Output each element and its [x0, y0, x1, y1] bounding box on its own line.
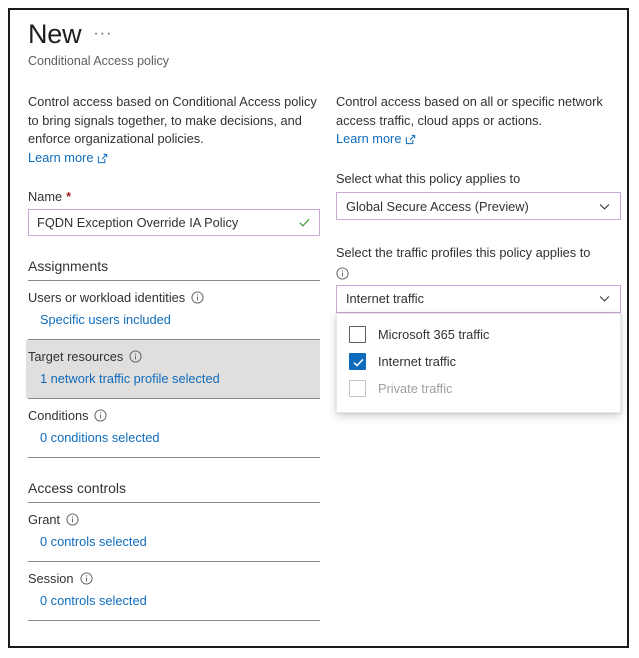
applies-to-dropdown-value: Global Secure Access (Preview) — [346, 199, 598, 214]
assignment-row-target-resources-label: Target resources — [28, 349, 320, 364]
info-icon[interactable] — [191, 291, 204, 304]
external-link-icon — [97, 152, 108, 163]
control-row-grant-label: Grant — [28, 512, 320, 527]
traffic-profiles-dropdown[interactable]: Internet traffic — [336, 285, 621, 313]
left-description: Control access based on Conditional Acce… — [28, 93, 320, 149]
row-label-text: Session — [28, 571, 74, 586]
assignment-row-conditions-link[interactable]: 0 conditions selected — [40, 430, 160, 445]
page-title: New — [28, 20, 81, 50]
option-label: Microsoft 365 traffic — [378, 327, 489, 342]
info-icon[interactable] — [129, 350, 142, 363]
chevron-down-icon — [598, 200, 611, 213]
assignment-row-users[interactable]: Users or workload identities Specific us… — [28, 281, 320, 339]
assignment-row-users-label: Users or workload identities — [28, 290, 320, 305]
learn-more-link-right[interactable]: Learn more — [336, 131, 416, 146]
checkbox-unchecked-icon[interactable] — [349, 326, 366, 343]
option-private-traffic: Private traffic — [337, 375, 620, 402]
option-microsoft-365-traffic[interactable]: Microsoft 365 traffic — [337, 321, 620, 348]
access-controls-heading: Access controls — [28, 480, 320, 496]
name-label-text: Name — [28, 189, 62, 204]
assignment-row-target-resources[interactable]: Target resources 1 network traffic profi… — [26, 340, 320, 398]
learn-more-label: Learn more — [336, 131, 401, 146]
traffic-profiles-label: Select the traffic profiles this policy … — [336, 244, 621, 280]
assignment-row-target-resources-link[interactable]: 1 network traffic profile selected — [40, 371, 220, 386]
learn-more-link-left[interactable]: Learn more — [28, 150, 108, 165]
checkbox-disabled-icon — [349, 380, 366, 397]
info-icon[interactable] — [94, 409, 107, 422]
traffic-profiles-label-text: Select the traffic profiles this policy … — [336, 245, 590, 260]
row-label-text: Users or workload identities — [28, 290, 185, 305]
chevron-down-icon — [598, 292, 611, 305]
assignment-row-users-link[interactable]: Specific users included — [40, 312, 171, 327]
checkbox-checked-icon[interactable] — [349, 353, 366, 370]
info-icon[interactable] — [80, 572, 93, 585]
traffic-profiles-option-list: Microsoft 365 traffic Internet traffic P… — [336, 313, 621, 413]
required-marker: * — [66, 189, 71, 204]
option-label: Private traffic — [378, 381, 452, 396]
more-options-button[interactable]: ··· — [93, 25, 112, 43]
learn-more-label: Learn more — [28, 150, 93, 165]
name-field-label: Name * — [28, 189, 320, 204]
external-link-icon — [405, 133, 416, 144]
traffic-profiles-dropdown-value: Internet traffic — [346, 291, 598, 306]
assignment-row-conditions[interactable]: Conditions 0 conditions selected — [28, 399, 320, 457]
assignments-heading: Assignments — [28, 258, 320, 274]
option-internet-traffic[interactable]: Internet traffic — [337, 348, 620, 375]
divider — [28, 620, 320, 621]
control-row-grant-link[interactable]: 0 controls selected — [40, 534, 147, 549]
panel-frame: New ··· Conditional Access policy Contro… — [8, 8, 629, 648]
info-icon[interactable] — [336, 267, 349, 280]
assignment-row-conditions-label: Conditions — [28, 408, 320, 423]
valid-check-icon — [298, 216, 311, 229]
left-column: Control access based on Conditional Acce… — [28, 93, 320, 621]
control-row-session-label: Session — [28, 571, 320, 586]
control-row-grant[interactable]: Grant 0 controls selected — [28, 503, 320, 561]
name-input[interactable]: FQDN Exception Override IA Policy — [28, 209, 320, 236]
right-description: Control access based on all or specific … — [336, 93, 621, 130]
info-icon[interactable] — [66, 513, 79, 526]
name-input-value: FQDN Exception Override IA Policy — [37, 215, 298, 230]
row-label-text: Target resources — [28, 349, 123, 364]
control-row-session-link[interactable]: 0 controls selected — [40, 593, 147, 608]
row-label-text: Conditions — [28, 408, 88, 423]
applies-to-label: Select what this policy applies to — [336, 170, 621, 187]
page-subtitle: Conditional Access policy — [28, 54, 169, 68]
applies-to-dropdown[interactable]: Global Secure Access (Preview) — [336, 192, 621, 220]
option-label: Internet traffic — [378, 354, 456, 369]
divider — [28, 457, 320, 458]
control-row-session[interactable]: Session 0 controls selected — [28, 562, 320, 620]
panel-header: New ··· Conditional Access policy — [28, 20, 169, 68]
row-label-text: Grant — [28, 512, 60, 527]
right-column: Control access based on all or specific … — [336, 93, 621, 413]
